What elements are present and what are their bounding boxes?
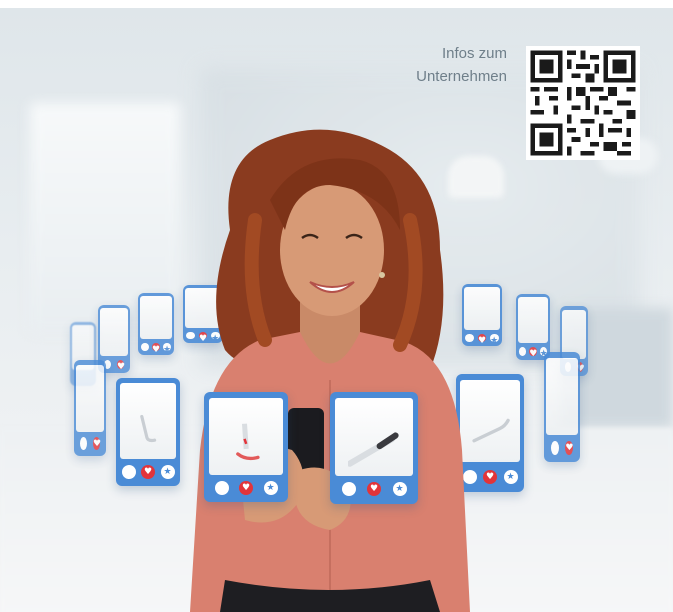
qr-code-icon[interactable] <box>526 46 640 160</box>
product-card-main <box>204 392 288 502</box>
dental-tool-icon <box>347 432 399 467</box>
heart-icon <box>367 482 381 497</box>
company-info-label: Infos zum Unternehmen <box>416 42 507 88</box>
product-card-main <box>330 392 418 504</box>
dislike-icon <box>214 480 229 495</box>
company-info-line2: Unternehmen <box>416 68 507 85</box>
dental-tool-icon <box>235 423 260 460</box>
company-info-line1: Infos zum <box>441 45 507 62</box>
star-icon <box>392 482 407 497</box>
star-icon <box>263 480 278 495</box>
face <box>280 184 384 316</box>
heart-icon <box>239 480 253 495</box>
dislike-icon <box>341 482 356 497</box>
